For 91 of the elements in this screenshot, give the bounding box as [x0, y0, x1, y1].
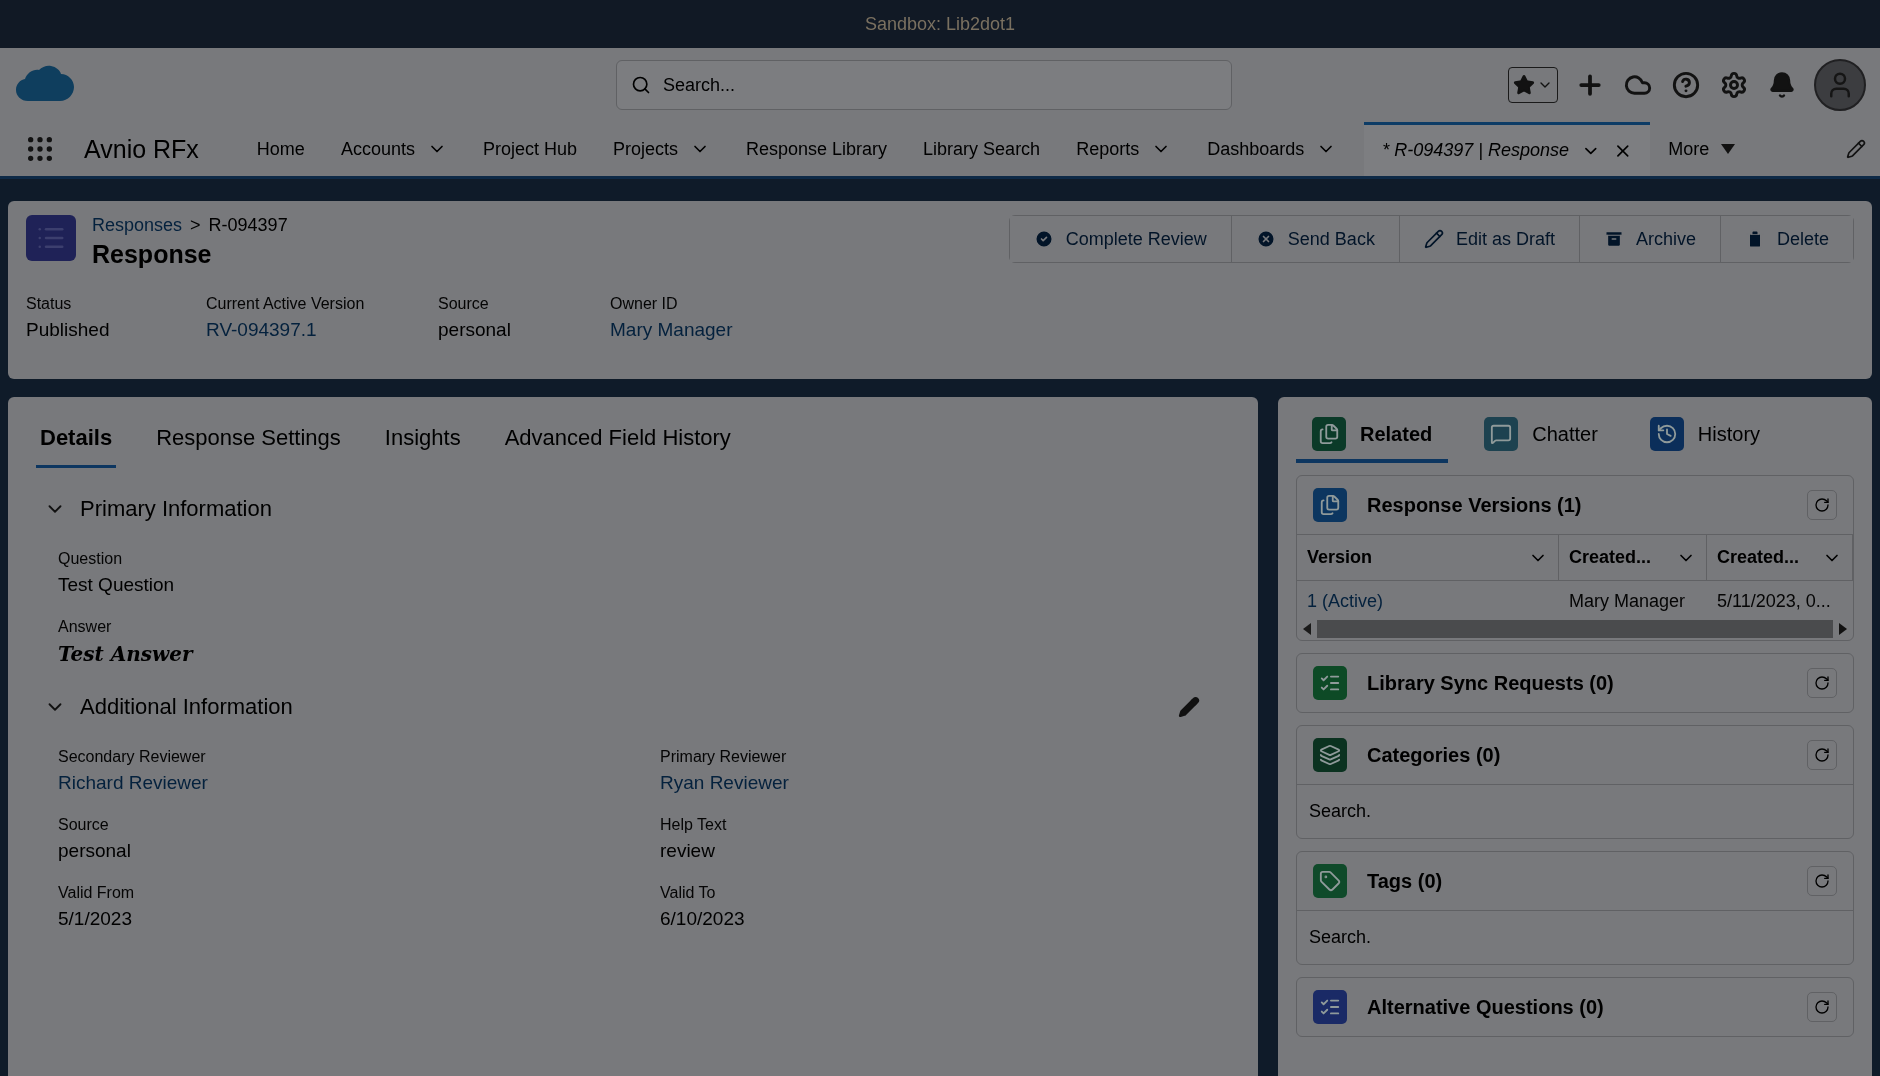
- related-list-title[interactable]: Categories (0): [1367, 743, 1501, 767]
- scroll-left-icon[interactable]: [1303, 623, 1311, 635]
- scroll-right-icon[interactable]: [1839, 623, 1847, 635]
- field-value: personal: [438, 319, 512, 341]
- column-header[interactable]: Version: [1297, 535, 1559, 580]
- detail-tab[interactable]: Details: [36, 409, 117, 468]
- related-list-title[interactable]: Alternative Questions (0): [1367, 995, 1604, 1019]
- refresh-button[interactable]: [1807, 992, 1837, 1022]
- archive-box-icon: [1603, 229, 1624, 249]
- nav-item[interactable]: Dashboards: [1189, 122, 1355, 176]
- breadcrumb-link[interactable]: Responses: [92, 215, 183, 236]
- sandbox-title: Sandbox: Lib2dot1: [864, 13, 1016, 35]
- field-link[interactable]: RV-094397.1: [206, 319, 438, 341]
- field-value: Test Question: [58, 574, 176, 596]
- record-id: R-094397: [208, 215, 288, 236]
- nav-item[interactable]: Home: [238, 122, 323, 176]
- table-cell-text: 5/11/2023, 0...: [1716, 590, 1832, 613]
- field-label: Answer: [58, 618, 113, 636]
- related-tab[interactable]: Related: [1296, 411, 1449, 463]
- pencil-icon: [1423, 229, 1444, 249]
- related-list-title[interactable]: Library Sync Requests (0): [1367, 671, 1614, 695]
- field-value: 6/10/2023: [660, 908, 746, 930]
- field-value: Published: [26, 319, 111, 341]
- caret-down-icon[interactable]: [1721, 144, 1736, 154]
- search-field[interactable]: Search.: [1297, 910, 1853, 964]
- action-button[interactable]: Complete Review: [1009, 216, 1232, 262]
- refresh-icon: [1814, 675, 1830, 691]
- nav-item[interactable]: Projects: [594, 122, 728, 176]
- search-field[interactable]: Search.: [1297, 784, 1853, 838]
- field-value: personal: [58, 840, 132, 862]
- column-header[interactable]: Created...: [1559, 535, 1707, 580]
- field-link[interactable]: Richard Reviewer: [58, 772, 660, 794]
- record-icon: [26, 215, 76, 261]
- avatar[interactable]: [1814, 59, 1866, 111]
- field-label: Question: [58, 550, 124, 568]
- field-value: 5/1/2023: [58, 908, 133, 930]
- section-title[interactable]: Additional Information: [80, 694, 293, 720]
- nav-item[interactable]: Reports: [1058, 122, 1190, 176]
- related-tab[interactable]: History: [1633, 411, 1777, 463]
- x-circle-icon: [1255, 229, 1276, 249]
- refresh-icon: [1814, 873, 1830, 889]
- nav-item[interactable]: Accounts: [322, 122, 465, 176]
- column-header[interactable]: Created...: [1707, 535, 1853, 580]
- help-icon[interactable]: [1670, 69, 1702, 101]
- check-circle-icon: [1033, 229, 1054, 249]
- related-list-title[interactable]: Response Versions (1): [1367, 493, 1582, 517]
- star-icon[interactable]: [1513, 74, 1535, 96]
- refresh-button[interactable]: [1807, 866, 1837, 896]
- detail-tab[interactable]: Advanced Field History: [500, 409, 735, 468]
- field-label: Source: [438, 295, 490, 313]
- refresh-button[interactable]: [1807, 668, 1837, 698]
- nav-item[interactable]: Response Library: [728, 122, 906, 176]
- field-value: review: [660, 840, 716, 862]
- detail-tab[interactable]: Response Settings: [152, 409, 345, 468]
- field-link[interactable]: Ryan Reviewer: [660, 772, 1240, 794]
- field-link[interactable]: Mary Manager: [610, 319, 910, 341]
- refresh-icon: [1814, 999, 1830, 1015]
- nav-item[interactable]: More: [1650, 122, 1754, 176]
- field-label: Status: [26, 295, 73, 313]
- column-title: Created...: [1569, 547, 1652, 568]
- field-label: Owner ID: [610, 295, 679, 313]
- edit-icon[interactable]: [1178, 696, 1200, 718]
- search-field[interactable]: Search...: [616, 60, 1232, 110]
- field-label: Current Active Version: [206, 295, 366, 313]
- refresh-icon: [1814, 747, 1830, 763]
- table-cell-text: Mary Manager: [1568, 590, 1687, 613]
- refresh-button[interactable]: [1807, 740, 1837, 770]
- field-label: Primary Reviewer: [660, 748, 788, 766]
- nav-item[interactable]: Library Search: [905, 122, 1059, 176]
- field-label: Secondary Reviewer: [58, 748, 207, 766]
- table-link[interactable]: 1 (Active): [1297, 581, 1559, 618]
- section-title[interactable]: Primary Information: [80, 496, 272, 522]
- related-tab[interactable]: Chatter: [1468, 411, 1614, 463]
- favorites-button[interactable]: [1508, 67, 1558, 103]
- record-tab[interactable]: * R-094397 | Response: [1364, 122, 1651, 176]
- detail-tab[interactable]: Insights: [380, 409, 465, 468]
- record-title: Response: [92, 240, 213, 269]
- refresh-button[interactable]: [1807, 490, 1837, 520]
- field-label: Valid From: [58, 884, 136, 902]
- column-title: Version: [1307, 547, 1373, 568]
- refresh-icon: [1814, 497, 1830, 513]
- field-value: Test Answer: [58, 642, 195, 666]
- field-label: Help Text: [660, 816, 728, 834]
- nav-item[interactable]: Project Hub: [464, 122, 595, 176]
- field-label: Valid To: [660, 884, 717, 902]
- field-label: Source: [58, 816, 110, 834]
- app-name: Avnio RFx: [84, 134, 199, 164]
- related-list-title[interactable]: Tags (0): [1367, 869, 1443, 893]
- breadcrumb-separator: >: [190, 215, 201, 236]
- column-title: Created...: [1717, 547, 1800, 568]
- search-icon: [631, 75, 651, 95]
